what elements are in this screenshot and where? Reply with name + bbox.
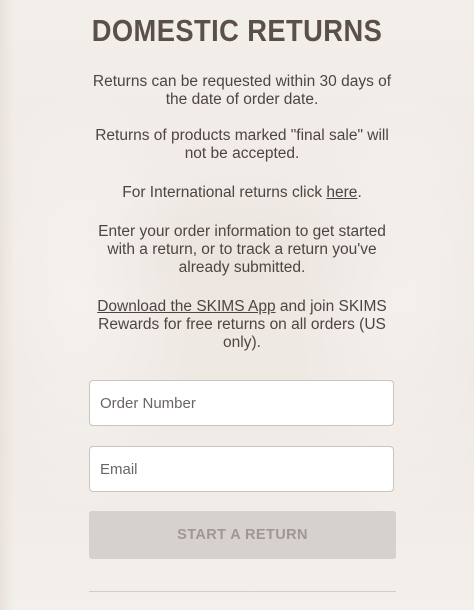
return-window-text: Returns can be requested within 30 days … [92, 73, 392, 108]
order-number-field[interactable] [89, 380, 394, 426]
skims-app-text: Download the SKIMS App and join SKIMS Re… [92, 298, 392, 352]
international-prefix: For International returns click [122, 184, 327, 201]
international-returns-link[interactable]: here [326, 184, 357, 201]
order-number-input[interactable] [98, 393, 393, 413]
returns-panel: DOMESTIC RETURNS Returns can be requeste… [0, 0, 474, 610]
email-input[interactable] [98, 459, 393, 479]
download-app-link[interactable]: Download the SKIMS App [97, 298, 275, 315]
final-sale-text: Returns of products marked "final sale" … [95, 127, 389, 162]
start-return-button[interactable]: START A RETURN [89, 511, 396, 559]
email-field[interactable] [89, 446, 394, 492]
divider [89, 591, 396, 592]
instructions-text: Enter your order information to get star… [98, 223, 386, 276]
page-title: DOMESTIC RETURNS [91, 13, 383, 48]
international-returns-text: For International returns click here. [92, 184, 392, 202]
international-suffix: . [357, 184, 362, 201]
